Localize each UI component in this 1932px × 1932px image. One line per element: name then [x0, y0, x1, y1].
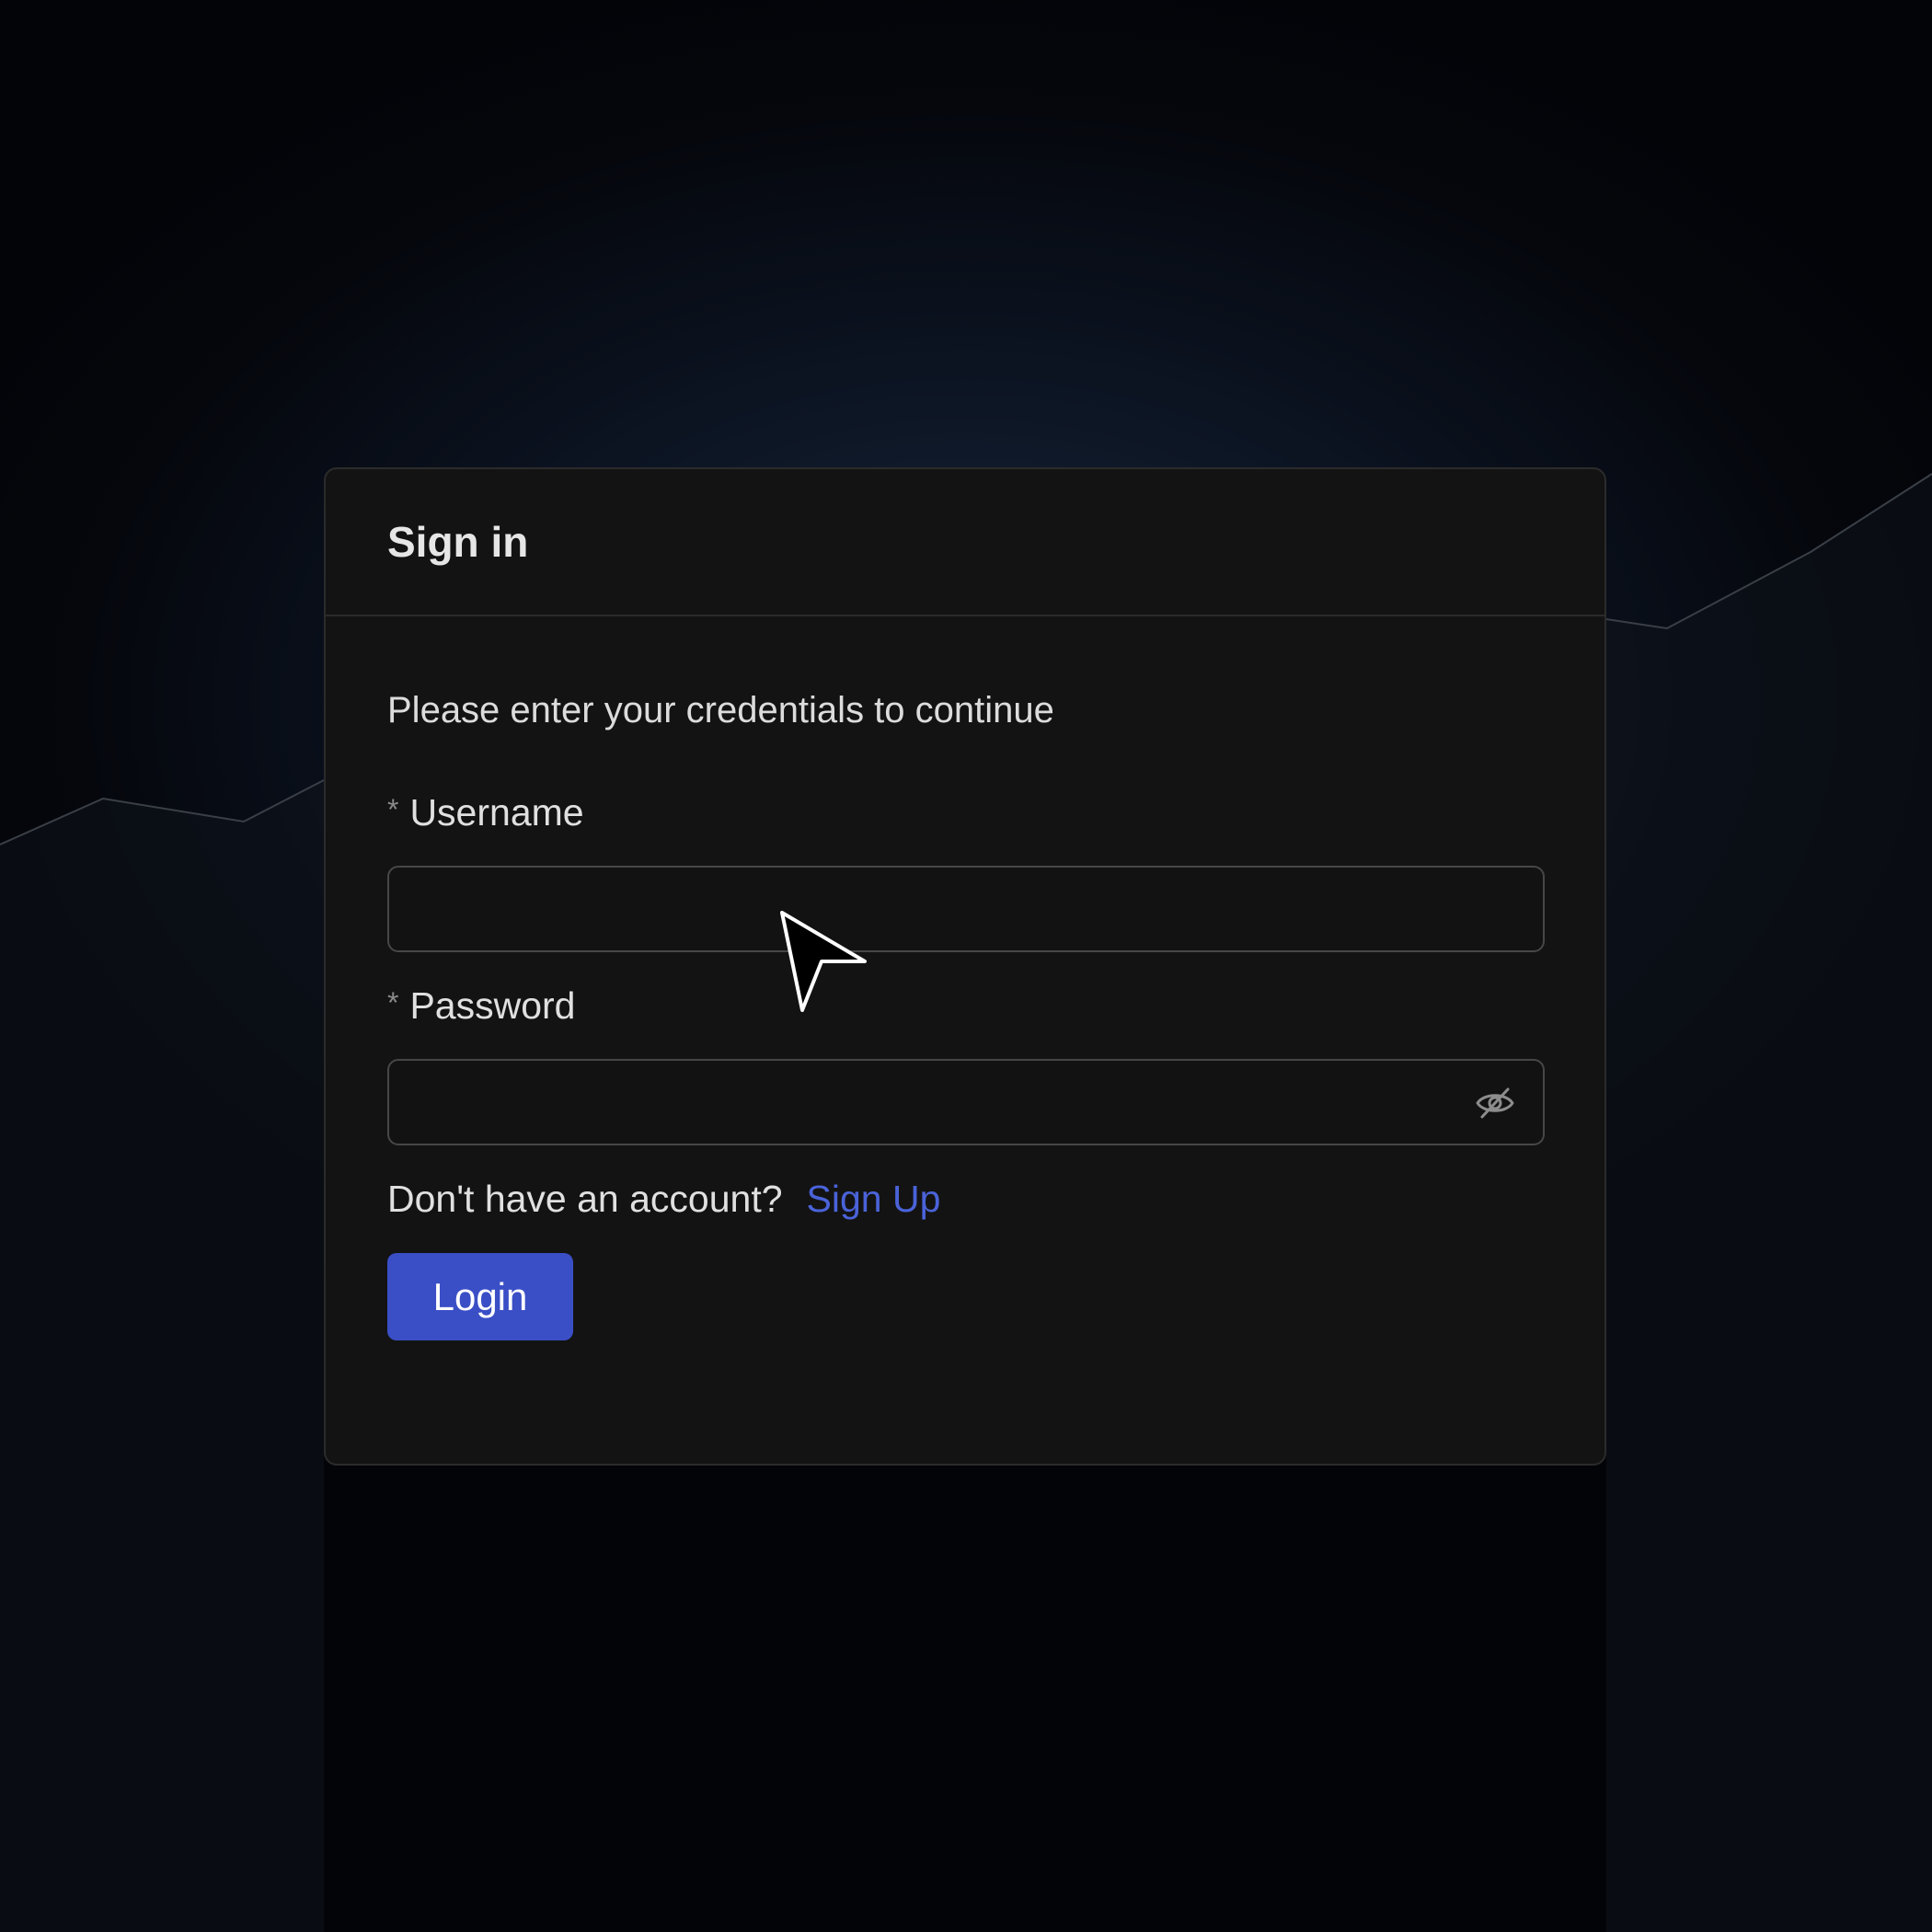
required-marker: *	[387, 986, 399, 1019]
username-label-text: Username	[409, 791, 584, 834]
card-header: Sign in	[326, 469, 1604, 616]
signup-row: Don't have an account? Sign Up	[387, 1178, 940, 1221]
username-field-wrapper	[387, 866, 1545, 952]
password-input[interactable]	[389, 1061, 1543, 1144]
password-label-text: Password	[409, 984, 576, 1027]
required-marker: *	[387, 793, 399, 826]
username-label: * Username	[387, 791, 584, 834]
password-label: * Password	[387, 984, 575, 1028]
signup-link[interactable]: Sign Up	[807, 1178, 941, 1221]
username-input[interactable]	[389, 868, 1543, 950]
card-title: Sign in	[387, 518, 529, 566]
card-subtitle: Please enter your credentials to continu…	[387, 690, 1054, 730]
mouse-cursor-icon	[780, 911, 867, 1012]
sign-in-card: Sign in Please enter your credentials to…	[324, 467, 1606, 1466]
login-button[interactable]: Login	[387, 1253, 573, 1340]
eye-off-icon[interactable]	[1475, 1086, 1515, 1121]
password-field-wrapper	[387, 1059, 1545, 1145]
signup-prompt: Don't have an account?	[387, 1178, 783, 1220]
